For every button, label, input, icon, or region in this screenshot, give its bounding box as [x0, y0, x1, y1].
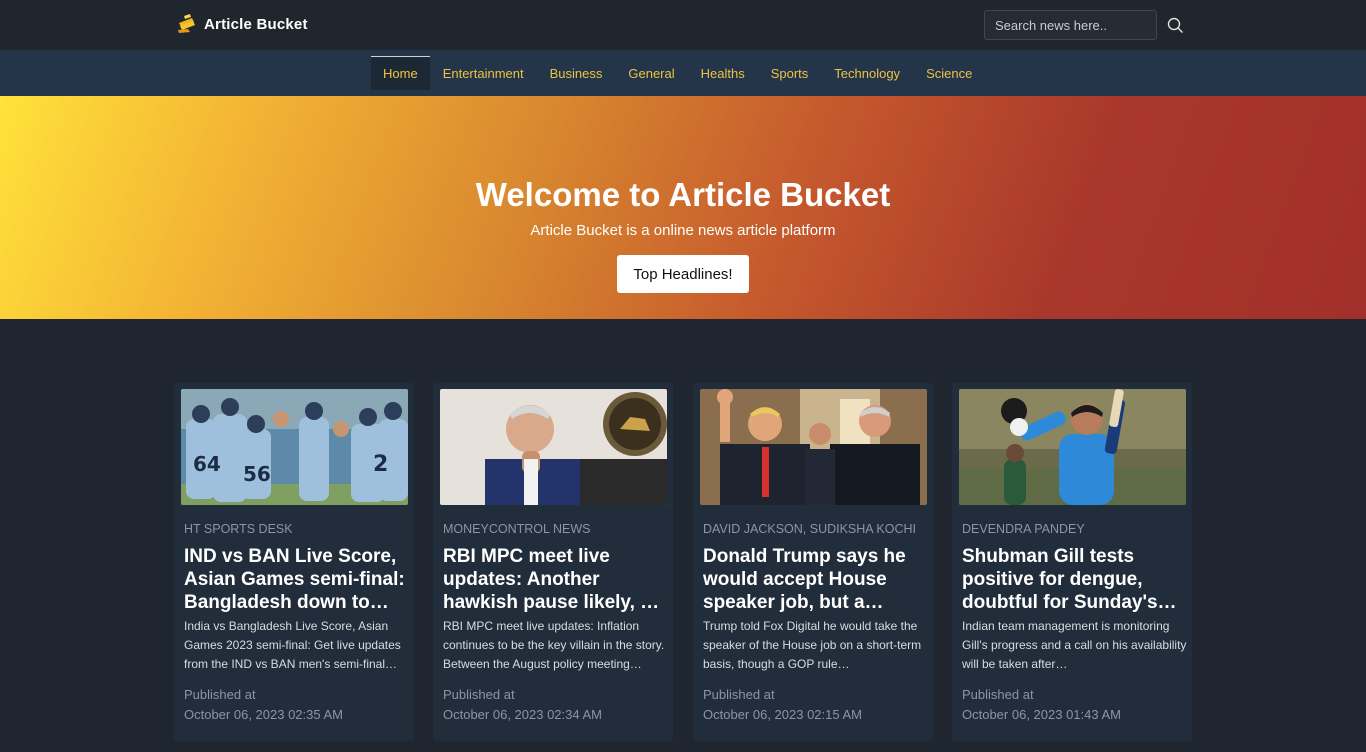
cricket-team-huddle-image[interactable]: 64 56 2	[181, 389, 408, 505]
article-title[interactable]: Donald Trump says he would accept House …	[703, 545, 928, 614]
svg-text:64: 64	[193, 452, 221, 476]
brand-name: Article Bucket	[204, 15, 308, 33]
article-card[interactable]: MONEYCONTROL NEWS RBI MPC meet live upda…	[433, 383, 673, 741]
nav-item-entertainment[interactable]: Entertainment	[430, 56, 537, 90]
top-header: Article Bucket	[0, 0, 1366, 50]
article-card[interactable]: DAVID JACKSON, SUDIKSHA KOCHI Donald Tru…	[693, 383, 933, 741]
hero-banner: Welcome to Article Bucket Article Bucket…	[0, 96, 1366, 319]
published-label: Published at	[184, 687, 256, 702]
category-navbar: Home Entertainment Business General Heal…	[0, 50, 1366, 96]
article-author: MONEYCONTROL NEWS	[443, 522, 591, 536]
nav-item-home[interactable]: Home	[371, 56, 430, 90]
article-card[interactable]: DEVENDRA PANDEY Shubman Gill tests posit…	[952, 383, 1192, 741]
brand-logo-link[interactable]: Article Bucket	[176, 14, 308, 34]
search-input[interactable]	[984, 10, 1157, 40]
published-date: October 06, 2023 02:35 AM	[184, 707, 343, 722]
article-description: Indian team management is monitoring Gil…	[962, 619, 1187, 671]
published-date: October 06, 2023 01:43 AM	[962, 707, 1121, 722]
nav-item-science[interactable]: Science	[913, 56, 985, 90]
article-title[interactable]: RBI MPC meet live updates: Another hawki…	[443, 545, 668, 614]
book-logo-icon	[176, 14, 198, 34]
article-card[interactable]: 64 56 2 HT SPORTS DESK IND vs BAN Live S…	[174, 383, 414, 741]
search-icon[interactable]	[1165, 15, 1185, 35]
article-description: Trump told Fox Digital he would take the…	[703, 619, 922, 671]
svg-text:56: 56	[243, 462, 271, 486]
article-title[interactable]: Shubman Gill tests positive for dengue, …	[962, 545, 1187, 614]
article-description: India vs Bangladesh Live Score, Asian Ga…	[184, 619, 401, 671]
top-headlines-button[interactable]: Top Headlines!	[617, 255, 749, 293]
article-author: DEVENDRA PANDEY	[962, 522, 1085, 536]
published-label: Published at	[962, 687, 1034, 702]
article-description: RBI MPC meet live updates: Inflation con…	[443, 619, 665, 671]
search-form	[984, 10, 1185, 40]
published-label: Published at	[443, 687, 515, 702]
nav-item-sports[interactable]: Sports	[758, 56, 822, 90]
category-nav: Home Entertainment Business General Heal…	[371, 56, 985, 90]
article-author: DAVID JACKSON, SUDIKSHA KOCHI	[703, 522, 917, 536]
published-label: Published at	[703, 687, 775, 702]
nav-item-general[interactable]: General	[615, 56, 687, 90]
nav-item-technology[interactable]: Technology	[821, 56, 913, 90]
nav-item-business[interactable]: Business	[537, 56, 616, 90]
cricketer-celebrating-image[interactable]	[959, 389, 1186, 505]
published-date: October 06, 2023 02:15 AM	[703, 707, 862, 722]
hero-title: Welcome to Article Bucket	[475, 176, 891, 213]
published-date: October 06, 2023 02:34 AM	[443, 707, 602, 722]
article-title[interactable]: IND vs BAN Live Score, Asian Games semi-…	[184, 545, 409, 614]
rbi-governor-image[interactable]	[440, 389, 667, 505]
hero-subtitle: Article Bucket is a online news article …	[530, 222, 836, 239]
svg-text:2: 2	[373, 452, 388, 477]
article-author: HT SPORTS DESK	[184, 522, 293, 536]
nav-item-healths[interactable]: Healths	[688, 56, 758, 90]
trump-waving-image[interactable]	[700, 389, 927, 505]
